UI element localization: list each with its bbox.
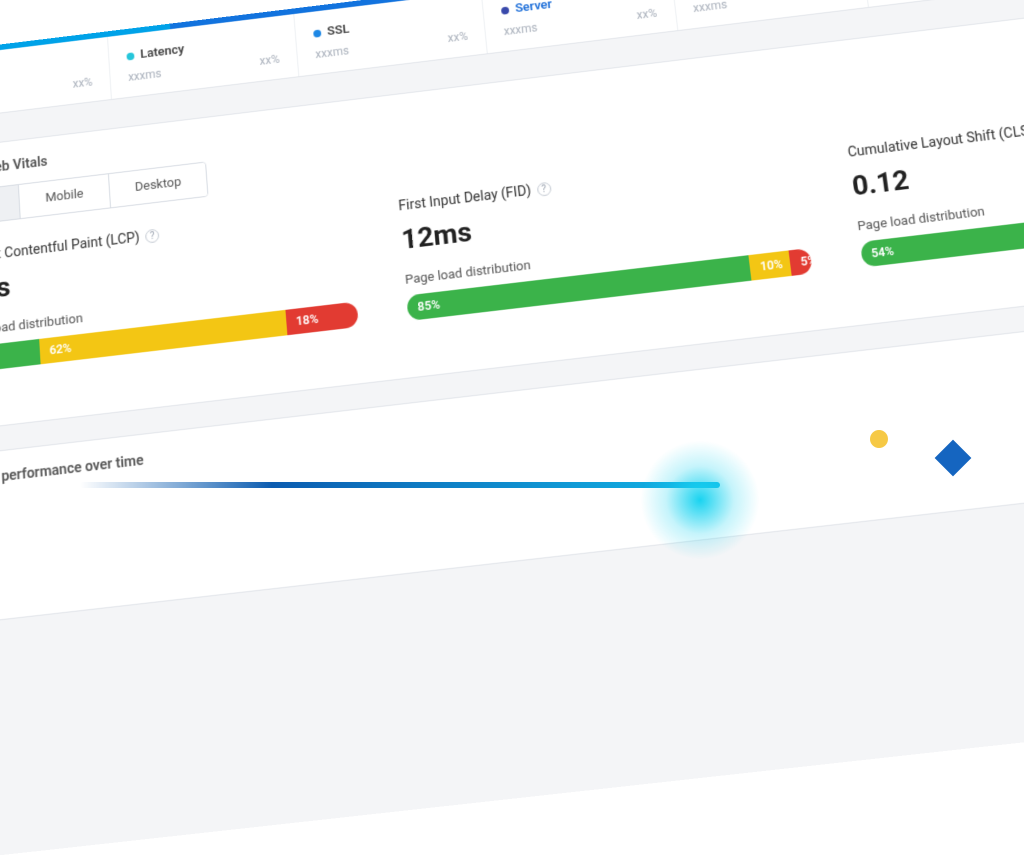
vital-fid: First Input Delay (FID)?12msPage load di… <box>398 151 813 321</box>
legend-ms: xxxms <box>128 67 162 84</box>
legend-ms: xxxms <box>692 0 727 15</box>
vital-lcp: Largest Contentful Paint (LCP)?2.5sPage … <box>0 205 359 374</box>
legend-pct: xx% <box>447 29 468 44</box>
vital-cls: Cumulative Layout Shift (CLS)?0.12Page l… <box>847 97 1024 268</box>
legend-ms: xxxms <box>315 44 350 61</box>
help-icon[interactable]: ? <box>145 229 160 244</box>
tab-all[interactable]: All <box>0 185 21 226</box>
legend-pct: xx% <box>72 75 93 90</box>
legend-label: Latency <box>140 42 185 61</box>
dist-poor: 18% <box>285 301 359 335</box>
legend-dot-icon <box>127 52 135 60</box>
dist-needs: 10% <box>749 250 793 280</box>
legend-dot-icon <box>501 6 510 14</box>
legend-pct: xx% <box>259 52 280 67</box>
dist-good: 20% <box>0 339 40 374</box>
legend-item-server[interactable]: Server xxxms xx% <box>482 0 678 53</box>
legend-pct: xx% <box>636 6 658 22</box>
legend-label: SSL <box>327 22 350 39</box>
legend-item-ssl[interactable]: SSL xxxms xx% <box>295 0 489 76</box>
help-icon[interactable]: ? <box>536 182 551 197</box>
dist-poor: 5% <box>789 248 812 276</box>
legend-label: Server <box>515 0 553 16</box>
legend-item-dns[interactable]: DNSxxxmsxx% <box>0 37 112 122</box>
legend-item-transfer[interactable]: Transferxxxmsxx% <box>671 0 869 30</box>
legend-ms: xxxms <box>503 21 538 38</box>
legend-item-render[interactable]: Renderxxxmsxx% <box>860 0 1024 7</box>
dashboard-root: DNSxxxmsxx%Latencyxxxmsxx%SSLxxxmsxx%Ser… <box>0 0 1024 862</box>
legend-dot-icon <box>313 29 321 37</box>
